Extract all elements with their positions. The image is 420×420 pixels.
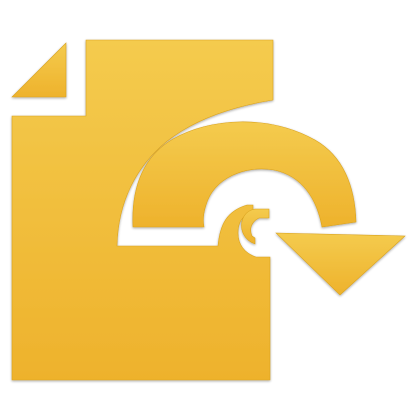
document-export-icon — [11, 39, 406, 381]
icon-canvas — [0, 0, 420, 420]
arrow-head-shape — [275, 232, 406, 296]
inner-hook-shape — [241, 208, 270, 245]
folded-corner-shape — [11, 42, 67, 98]
